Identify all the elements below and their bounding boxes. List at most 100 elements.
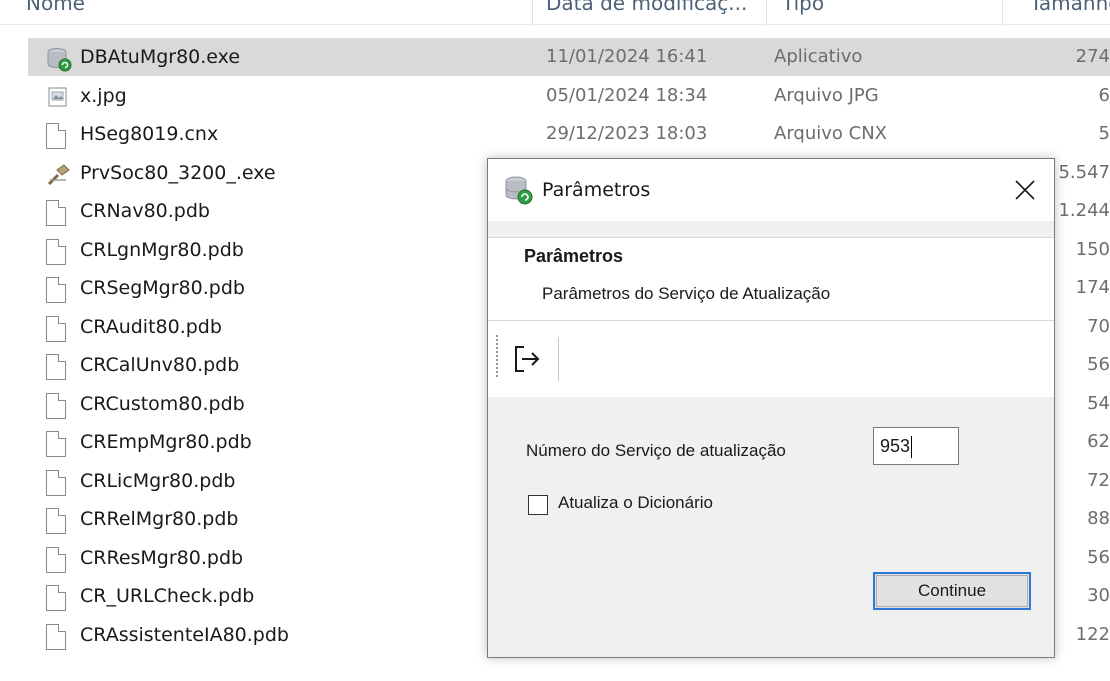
file-modified-date: 29/12/2023 18:03 (546, 123, 708, 144)
column-separator[interactable] (532, 0, 533, 26)
document-icon (46, 200, 70, 226)
file-row[interactable]: HSeg8019.cnx 29/12/2023 18:03 Arquivo CNX 5 (28, 115, 1110, 153)
file-size: 70 (1087, 315, 1110, 337)
document-icon (46, 238, 70, 265)
file-type: Arquivo CNX (774, 123, 887, 144)
file-size: 1.244 (1058, 200, 1110, 221)
file-size: 150 (1075, 238, 1110, 260)
document-icon (46, 508, 70, 534)
installer-icon (46, 162, 70, 188)
dialog-titlebar[interactable]: Parâmetros (488, 159, 1054, 221)
column-header-modified[interactable]: Data de modificaç... (546, 0, 761, 24)
file-name: CRNav80.pdb (80, 200, 210, 222)
file-name: CRCustom80.pdb (80, 392, 245, 415)
file-size: 88 (1087, 508, 1110, 529)
file-size: 274 (1075, 46, 1110, 67)
document-icon (46, 469, 70, 496)
update-dictionary-label[interactable]: Atualiza o Dicionário (558, 493, 713, 513)
document-icon-shape (46, 431, 66, 457)
document-icon-shape (46, 315, 66, 342)
document-icon-shape (46, 469, 66, 496)
text-caret (911, 436, 913, 459)
file-modified-date: 11/01/2024 16:41 (546, 46, 708, 67)
column-separator[interactable] (1002, 0, 1003, 26)
file-size: 72 (1087, 469, 1110, 491)
document-icon-shape (46, 200, 66, 226)
file-size: 62 (1087, 431, 1110, 452)
service-number-value: 953 (880, 436, 911, 456)
document-icon (46, 585, 70, 611)
file-name: CRResMgr80.pdb (80, 546, 244, 569)
exit-icon (515, 346, 540, 372)
close-icon (1015, 180, 1035, 200)
file-name: CRAudit80.pdb (80, 315, 222, 338)
file-name: CRSegMgr80.pdb (80, 277, 245, 299)
file-type: Arquivo JPG (774, 84, 879, 106)
document-icon (46, 315, 70, 342)
column-header-size[interactable]: Tamanho (1030, 0, 1110, 24)
document-icon (46, 277, 70, 303)
file-row[interactable]: DBAtuMgr80.exe 11/01/2024 16:41 Aplicativo… (28, 38, 1110, 76)
toolbar-separator (558, 337, 559, 381)
file-size: 5 (1098, 123, 1110, 144)
service-number-input[interactable]: 953 (873, 427, 959, 465)
document-icon (46, 123, 70, 149)
document-icon-shape (46, 354, 66, 380)
file-name: HSeg8019.cnx (80, 123, 219, 145)
file-name: CREmpMgr80.pdb (80, 431, 252, 453)
file-size: 174 (1075, 277, 1110, 298)
column-header-name[interactable]: Nome (26, 0, 506, 24)
file-size: 6 (1098, 84, 1110, 106)
service-number-label: Número do Serviço de atualização (526, 441, 786, 460)
file-type: Aplicativo (774, 46, 863, 67)
close-button[interactable] (1000, 165, 1050, 215)
file-size: 5.547 (1058, 161, 1110, 183)
update-dictionary-checkbox[interactable] (528, 495, 548, 515)
exit-button[interactable] (508, 339, 548, 379)
file-size: 56 (1087, 354, 1110, 375)
document-icon-shape (46, 508, 66, 534)
toolbar-grip[interactable] (496, 335, 500, 377)
image-file-icon (46, 85, 70, 111)
file-name: DBAtuMgr80.exe (80, 46, 241, 68)
file-name: CRAssistenteIA80.pdb (80, 623, 289, 646)
document-icon (46, 546, 70, 573)
header-divider (0, 24, 1110, 25)
file-size: 122 (1075, 623, 1110, 645)
column-separator[interactable] (766, 0, 767, 26)
document-icon (46, 431, 70, 457)
column-header-type[interactable]: Tipo (782, 0, 997, 24)
document-icon-shape (46, 546, 66, 573)
document-icon (46, 623, 70, 650)
file-name: PrvSoc80_3200_.exe (80, 161, 276, 184)
file-name: CR_URLCheck.pdb (80, 585, 255, 607)
file-size: 30 (1087, 585, 1110, 606)
banner-subtitle: Parâmetros do Serviço de Atualização (542, 284, 831, 303)
file-name: CRCalUnv80.pdb (80, 354, 240, 376)
parametros-dialog: Parâmetros Parâmetros Parâmetros do Serv… (487, 158, 1055, 658)
document-icon (46, 354, 70, 380)
document-icon-shape (46, 585, 66, 611)
file-name: CRRelMgr80.pdb (80, 508, 239, 530)
dialog-toolbar (488, 321, 1054, 397)
column-header-row: Nome Data de modificaç... Tipo Tamanho (0, 0, 1110, 26)
file-size: 56 (1087, 546, 1110, 568)
dialog-title: Parâmetros (542, 179, 651, 201)
document-icon-shape (46, 277, 66, 303)
file-modified-date: 05/01/2024 18:34 (546, 84, 708, 106)
dialog-banner: Parâmetros Parâmetros do Serviço de Atua… (488, 237, 1054, 321)
database-app-icon (505, 176, 533, 205)
file-row[interactable]: x.jpg 05/01/2024 18:34 Arquivo JPG 6 (28, 77, 1110, 115)
file-name: x.jpg (80, 84, 127, 107)
document-icon-shape (46, 238, 66, 265)
file-name: CRLgnMgr80.pdb (80, 238, 244, 261)
banner-title: Parâmetros (524, 246, 624, 266)
document-icon-shape (46, 623, 66, 650)
file-size: 54 (1087, 392, 1110, 414)
file-name: CRLicMgr80.pdb (80, 469, 236, 492)
document-icon-shape (46, 392, 66, 419)
continue-button[interactable]: Continue (873, 572, 1031, 610)
db-app-icon (46, 46, 72, 72)
document-icon (46, 392, 70, 419)
document-icon-shape (46, 123, 66, 149)
